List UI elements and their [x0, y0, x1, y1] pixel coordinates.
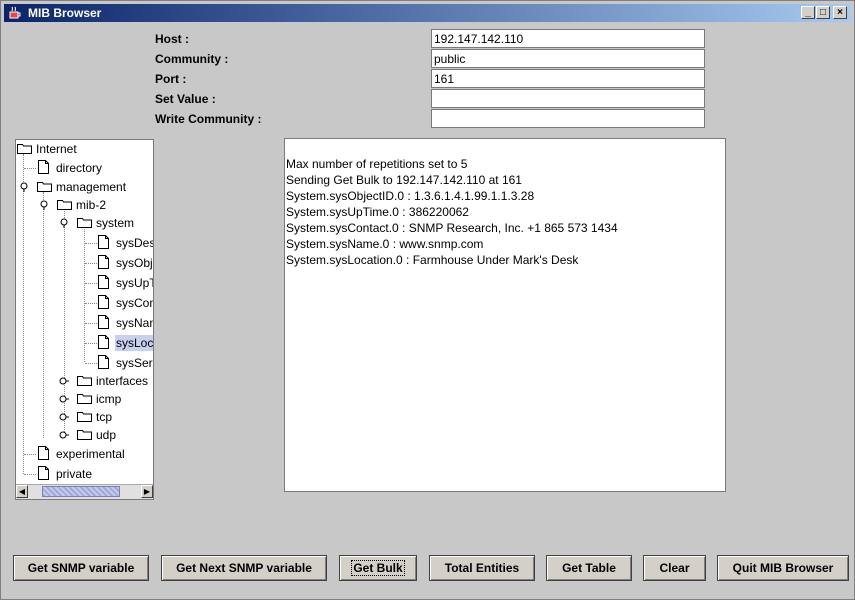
output-line: System.sysContact.0 : SNMP Research, Inc…	[286, 221, 618, 235]
tree-handle-icon[interactable]	[59, 394, 69, 404]
community-input[interactable]	[431, 49, 705, 68]
document-icon	[98, 255, 109, 269]
document-icon	[38, 466, 49, 480]
set-value-label: Set Value :	[155, 92, 216, 106]
tree-horizontal-scrollbar[interactable]: ◀ ▶	[16, 484, 153, 499]
tree-node-label: Internet	[36, 142, 77, 156]
output-line: Sending Get Bulk to 192.147.142.110 at 1…	[286, 173, 522, 187]
get-next-snmp-variable-button[interactable]: Get Next SNMP variable	[161, 555, 327, 581]
set-value-input[interactable]	[431, 89, 705, 108]
document-icon	[98, 275, 109, 289]
tree-node-label: management	[56, 180, 127, 194]
tree-node-label: udp	[96, 428, 117, 442]
tree-node-label: sysObj	[116, 256, 153, 270]
document-icon	[98, 335, 109, 349]
tree-node-label: icmp	[96, 392, 122, 406]
get-snmp-variable-button[interactable]: Get SNMP variable	[13, 555, 149, 581]
tree-node-label: sysSer	[116, 356, 153, 370]
mib-browser-window: MIB Browser _ □ × Host : Community : Por…	[0, 0, 855, 600]
arrow-right-icon: ▶	[143, 487, 151, 496]
output-text-area[interactable]: Max number of repetitions set to 5 Sendi…	[284, 138, 726, 492]
output-line: System.sysUpTime.0 : 386220062	[286, 205, 469, 219]
output-line: System.sysObjectID.0 : 1.3.6.1.4.1.99.1.…	[286, 189, 535, 203]
community-label: Community :	[155, 52, 229, 66]
tree-node-label: sysUpT	[116, 276, 154, 290]
tree-node-label: directory	[56, 161, 103, 175]
write-community-label: Write Community :	[155, 112, 262, 126]
document-icon	[98, 295, 109, 309]
maximize-icon: □	[819, 7, 827, 18]
get-table-button[interactable]: Get Table	[546, 555, 632, 581]
coffee-cup-icon	[9, 6, 21, 19]
close-icon: ×	[837, 7, 843, 18]
close-button[interactable]: ×	[833, 6, 847, 19]
tree-node-label-selected: sysLoc	[115, 335, 153, 351]
document-icon	[38, 446, 49, 460]
tree-node-label: interfaces	[96, 374, 149, 388]
scrollbar-thumb[interactable]	[42, 486, 120, 497]
document-icon	[98, 355, 109, 369]
folder-icon	[77, 412, 92, 422]
output-line: Max number of repetitions set to 5	[286, 157, 468, 171]
tree-handle-icon[interactable]	[19, 182, 29, 192]
tree-node-label: mib-2	[76, 198, 107, 212]
arrow-left-icon: ◀	[18, 487, 26, 496]
host-input[interactable]	[431, 29, 705, 48]
title-bar[interactable]: MIB Browser _ □ ×	[4, 4, 851, 22]
quit-mib-browser-button[interactable]: Quit MIB Browser	[717, 555, 849, 581]
folder-icon	[57, 200, 72, 210]
tree-node-label: system	[96, 216, 135, 230]
tree-handle-icon[interactable]	[59, 376, 69, 386]
scroll-left-button[interactable]: ◀	[16, 485, 28, 498]
output-line: System.sysName.0 : www.snmp.com	[286, 237, 484, 251]
get-bulk-button[interactable]: Get Bulk	[339, 555, 417, 581]
document-icon	[98, 235, 109, 249]
port-label: Port :	[155, 72, 187, 86]
tree-connector	[23, 154, 24, 474]
clear-button[interactable]: Clear	[643, 555, 706, 581]
scroll-right-button[interactable]: ▶	[141, 485, 153, 498]
tree-handle-icon[interactable]	[59, 412, 69, 422]
tree-handle-icon[interactable]	[59, 218, 69, 228]
window-title: MIB Browser	[28, 6, 102, 20]
tree-node-label: experimental	[56, 447, 125, 461]
folder-icon	[77, 218, 92, 228]
folder-icon	[37, 182, 52, 192]
folder-icon	[77, 394, 92, 404]
tree-node-label: sysNan	[116, 316, 154, 330]
total-entities-button[interactable]: Total Entities	[429, 555, 535, 581]
output-line: System.sysLocation.0 : Farmhouse Under M…	[286, 253, 579, 267]
folder-icon	[77, 430, 92, 440]
tree-node-label: tcp	[96, 410, 113, 424]
mib-tree[interactable]: Internet directory management mib-2 syst…	[15, 139, 154, 500]
tree-connector	[43, 192, 44, 438]
tree-node-label: sysDes	[116, 236, 154, 250]
minimize-button[interactable]: _	[801, 6, 815, 19]
tree-handle-icon[interactable]	[39, 200, 49, 210]
document-icon	[98, 315, 109, 329]
folder-icon	[77, 376, 92, 386]
folder-icon	[17, 144, 32, 154]
maximize-button[interactable]: □	[816, 6, 830, 19]
tree-handle-icon[interactable]	[59, 430, 69, 440]
minimize-icon: _	[805, 7, 811, 18]
write-community-input[interactable]	[431, 109, 705, 128]
host-label: Host :	[155, 32, 189, 46]
document-icon	[38, 160, 49, 174]
port-input[interactable]	[431, 69, 705, 88]
tree-node-label: sysCon	[116, 296, 154, 310]
tree-node-label: private	[56, 467, 93, 481]
